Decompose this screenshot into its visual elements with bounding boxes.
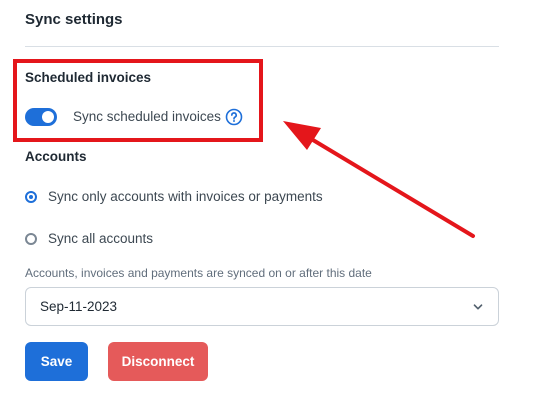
divider (25, 46, 499, 47)
select-value: Sep-11-2023 (40, 299, 118, 314)
radio-option-label: Sync all accounts (48, 231, 154, 246)
annotation-highlight-box (13, 59, 263, 142)
chevron-down-icon (473, 304, 483, 310)
radio-option-sync-all-accounts[interactable]: Sync all accounts (25, 231, 153, 246)
date-filter-caption: Accounts, invoices and payments are sync… (25, 266, 372, 280)
radio-option-sync-only-accounts[interactable]: Sync only accounts with invoices or paym… (25, 189, 323, 204)
radio-option-label: Sync only accounts with invoices or paym… (48, 189, 323, 204)
radio-button-checked[interactable] (25, 190, 37, 203)
disconnect-button[interactable]: Disconnect (108, 342, 208, 381)
save-button[interactable]: Save (25, 342, 88, 381)
radio-button-unchecked[interactable] (25, 232, 37, 245)
page-title: Sync settings (25, 11, 123, 28)
accounts-heading: Accounts (25, 149, 87, 164)
sync-start-date-select[interactable]: Sep-11-2023 (25, 287, 499, 326)
